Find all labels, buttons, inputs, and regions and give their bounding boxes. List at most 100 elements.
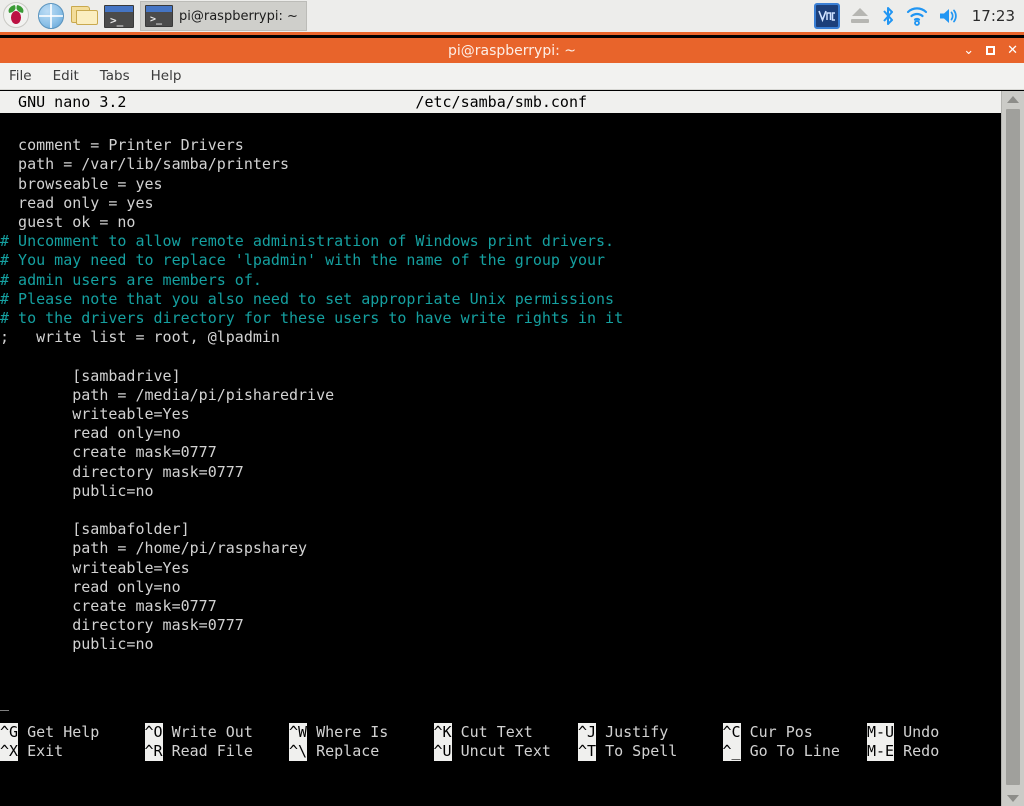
scroll-down-arrow-icon[interactable] (1002, 790, 1024, 806)
taskbar-clock[interactable]: 17:23 (970, 7, 1015, 25)
nano-line: ; write list = root, @lpadmin (0, 328, 280, 346)
shortcut-key[interactable]: M-U (867, 723, 894, 742)
nano-line: comment = Printer Drivers (0, 136, 244, 154)
shortcut-key[interactable]: ^O (145, 723, 163, 742)
shortcut-label[interactable]: Where Is (307, 723, 433, 741)
vertical-scrollbar[interactable] (1001, 91, 1024, 806)
nano-line: _ (0, 693, 9, 711)
nano-shortcuts-row1: ^G Get Help ^O Write Out ^W Where Is ^K … (0, 723, 1001, 742)
nano-line: directory mask=0777 (0, 616, 244, 634)
nano-line: guest ok = no (0, 213, 135, 231)
folder-glyph (71, 5, 99, 27)
wifi-glyph (906, 6, 928, 26)
terminal-glyph: >_ (104, 5, 134, 28)
taskbar-window-label: pi@raspberrypi: ~ (179, 9, 298, 24)
shortcut-label[interactable]: Go To Line (741, 742, 867, 760)
terminal-icon: >_ (145, 5, 173, 27)
taskbar: >_ >_ pi@raspberrypi: ~ (0, 0, 1024, 35)
menu-item-edit[interactable]: Edit (53, 68, 79, 84)
shortcut-label[interactable]: Undo (894, 723, 939, 741)
shortcut-label[interactable]: Exit (18, 742, 144, 760)
globe-glyph (38, 3, 64, 29)
vnc-glyph (818, 8, 836, 24)
menu-item-file[interactable]: File (9, 68, 32, 84)
eject-icon[interactable] (850, 7, 870, 25)
nano-shortcuts-row2: ^X Exit ^R Read File ^\ Replace ^U Uncut… (0, 742, 1001, 761)
volume-glyph (938, 6, 960, 26)
web-browser-icon[interactable] (34, 0, 68, 32)
nano-line: browseable = yes (0, 175, 163, 193)
close-button[interactable]: ✕ (1007, 44, 1018, 57)
shortcut-label[interactable]: Uncut Text (452, 742, 578, 760)
shortcut-key[interactable]: ^U (434, 742, 452, 761)
minimize-button[interactable]: ⌄ (963, 44, 974, 57)
shortcut-key[interactable]: ^X (0, 742, 18, 761)
scrollbar-thumb[interactable] (1006, 109, 1020, 785)
menu-item-tabs[interactable]: Tabs (100, 68, 130, 84)
shortcut-key[interactable]: ^C (723, 723, 741, 742)
shortcut-label[interactable]: Cut Text (452, 723, 578, 741)
shortcut-key[interactable]: M-E (867, 742, 894, 761)
bluetooth-glyph (880, 5, 896, 27)
shortcut-key[interactable]: ^J (578, 723, 596, 742)
taskbar-window-button[interactable]: >_ pi@raspberrypi: ~ (140, 1, 307, 31)
bluetooth-icon[interactable] (880, 5, 896, 27)
vnc-icon[interactable] (814, 3, 840, 29)
shortcut-key[interactable]: ^\ (289, 742, 307, 761)
nano-line: path = /media/pi/pisharedrive (0, 386, 334, 404)
shortcut-label[interactable]: Get Help (18, 723, 144, 741)
nano-line: # Please note that you also need to set … (0, 290, 614, 308)
raspberry-menu-icon[interactable] (0, 0, 34, 32)
shortcut-key[interactable]: ^G (0, 723, 18, 742)
nano-line: public=no (0, 482, 154, 500)
file-manager-icon[interactable] (68, 0, 102, 32)
wifi-icon[interactable] (906, 6, 928, 26)
terminal-launcher-icon[interactable]: >_ (102, 0, 136, 32)
window-titlebar[interactable]: pi@raspberrypi: ~ ⌄ ✕ (0, 38, 1024, 63)
maximize-button[interactable] (986, 46, 995, 55)
volume-icon[interactable] (938, 6, 960, 26)
shortcut-key[interactable]: ^R (145, 742, 163, 761)
shortcut-key[interactable]: ^T (578, 742, 596, 761)
nano-shortcut-bar: ^G Get Help ^O Write Out ^W Where Is ^K … (0, 723, 1001, 768)
raspberry-logo-glyph (3, 2, 31, 30)
menubar: File Edit Tabs Help (0, 63, 1024, 90)
nano-line: writeable=Yes (0, 559, 190, 577)
scroll-up-arrow-icon[interactable] (1002, 91, 1024, 107)
nano-line: read only=no (0, 424, 181, 442)
nano-line: read only=no (0, 578, 181, 596)
nano-line: directory mask=0777 (0, 463, 244, 481)
nano-line: writeable=Yes (0, 405, 190, 423)
terminal-window: pi@raspberrypi: ~ ⌄ ✕ File Edit Tabs Hel… (0, 38, 1024, 768)
nano-line: # to the drivers directory for these use… (0, 309, 623, 327)
window-title: pi@raspberrypi: ~ (448, 43, 576, 59)
shortcut-label[interactable]: Write Out (163, 723, 289, 741)
nano-line: path = /var/lib/samba/printers (0, 155, 289, 173)
nano-text-area[interactable]: comment = Printer Drivers path = /var/li… (0, 117, 1001, 757)
nano-line: # You may need to replace 'lpadmin' with… (0, 251, 605, 269)
shortcut-label[interactable]: Replace (307, 742, 433, 760)
shortcut-label[interactable]: Justify (596, 723, 722, 741)
nano-line: # admin users are members of. (0, 271, 262, 289)
menu-item-help[interactable]: Help (151, 68, 182, 84)
shortcut-label[interactable]: Cur Pos (741, 723, 867, 741)
shortcut-label[interactable]: To Spell (596, 742, 722, 760)
taskbar-launchers: >_ >_ pi@raspberrypi: ~ (0, 0, 307, 34)
nano-line: path = /home/pi/raspsharey (0, 539, 307, 557)
shortcut-label[interactable]: Read File (163, 742, 289, 760)
nano-line: create mask=0777 (0, 443, 217, 461)
shortcut-label[interactable]: Redo (894, 742, 939, 760)
nano-line: read only = yes (0, 194, 154, 212)
nano-line: public=no (0, 635, 154, 653)
shortcut-key[interactable]: ^K (434, 723, 452, 742)
nano-line: create mask=0777 (0, 597, 217, 615)
window-controls: ⌄ ✕ (963, 38, 1018, 63)
shortcut-key[interactable]: ^_ (723, 742, 741, 761)
nano-editor[interactable]: GNU nano 3.2 /etc/samba/smb.conf comment… (0, 91, 1024, 768)
nano-line: [sambadrive] (0, 367, 181, 385)
nano-line: # Uncomment to allow remote administrati… (0, 232, 614, 250)
nano-titlebar: GNU nano 3.2 /etc/samba/smb.conf (0, 91, 1001, 113)
nano-line: [sambafolder] (0, 520, 190, 538)
system-tray: 17:23 (814, 0, 1024, 32)
shortcut-key[interactable]: ^W (289, 723, 307, 742)
